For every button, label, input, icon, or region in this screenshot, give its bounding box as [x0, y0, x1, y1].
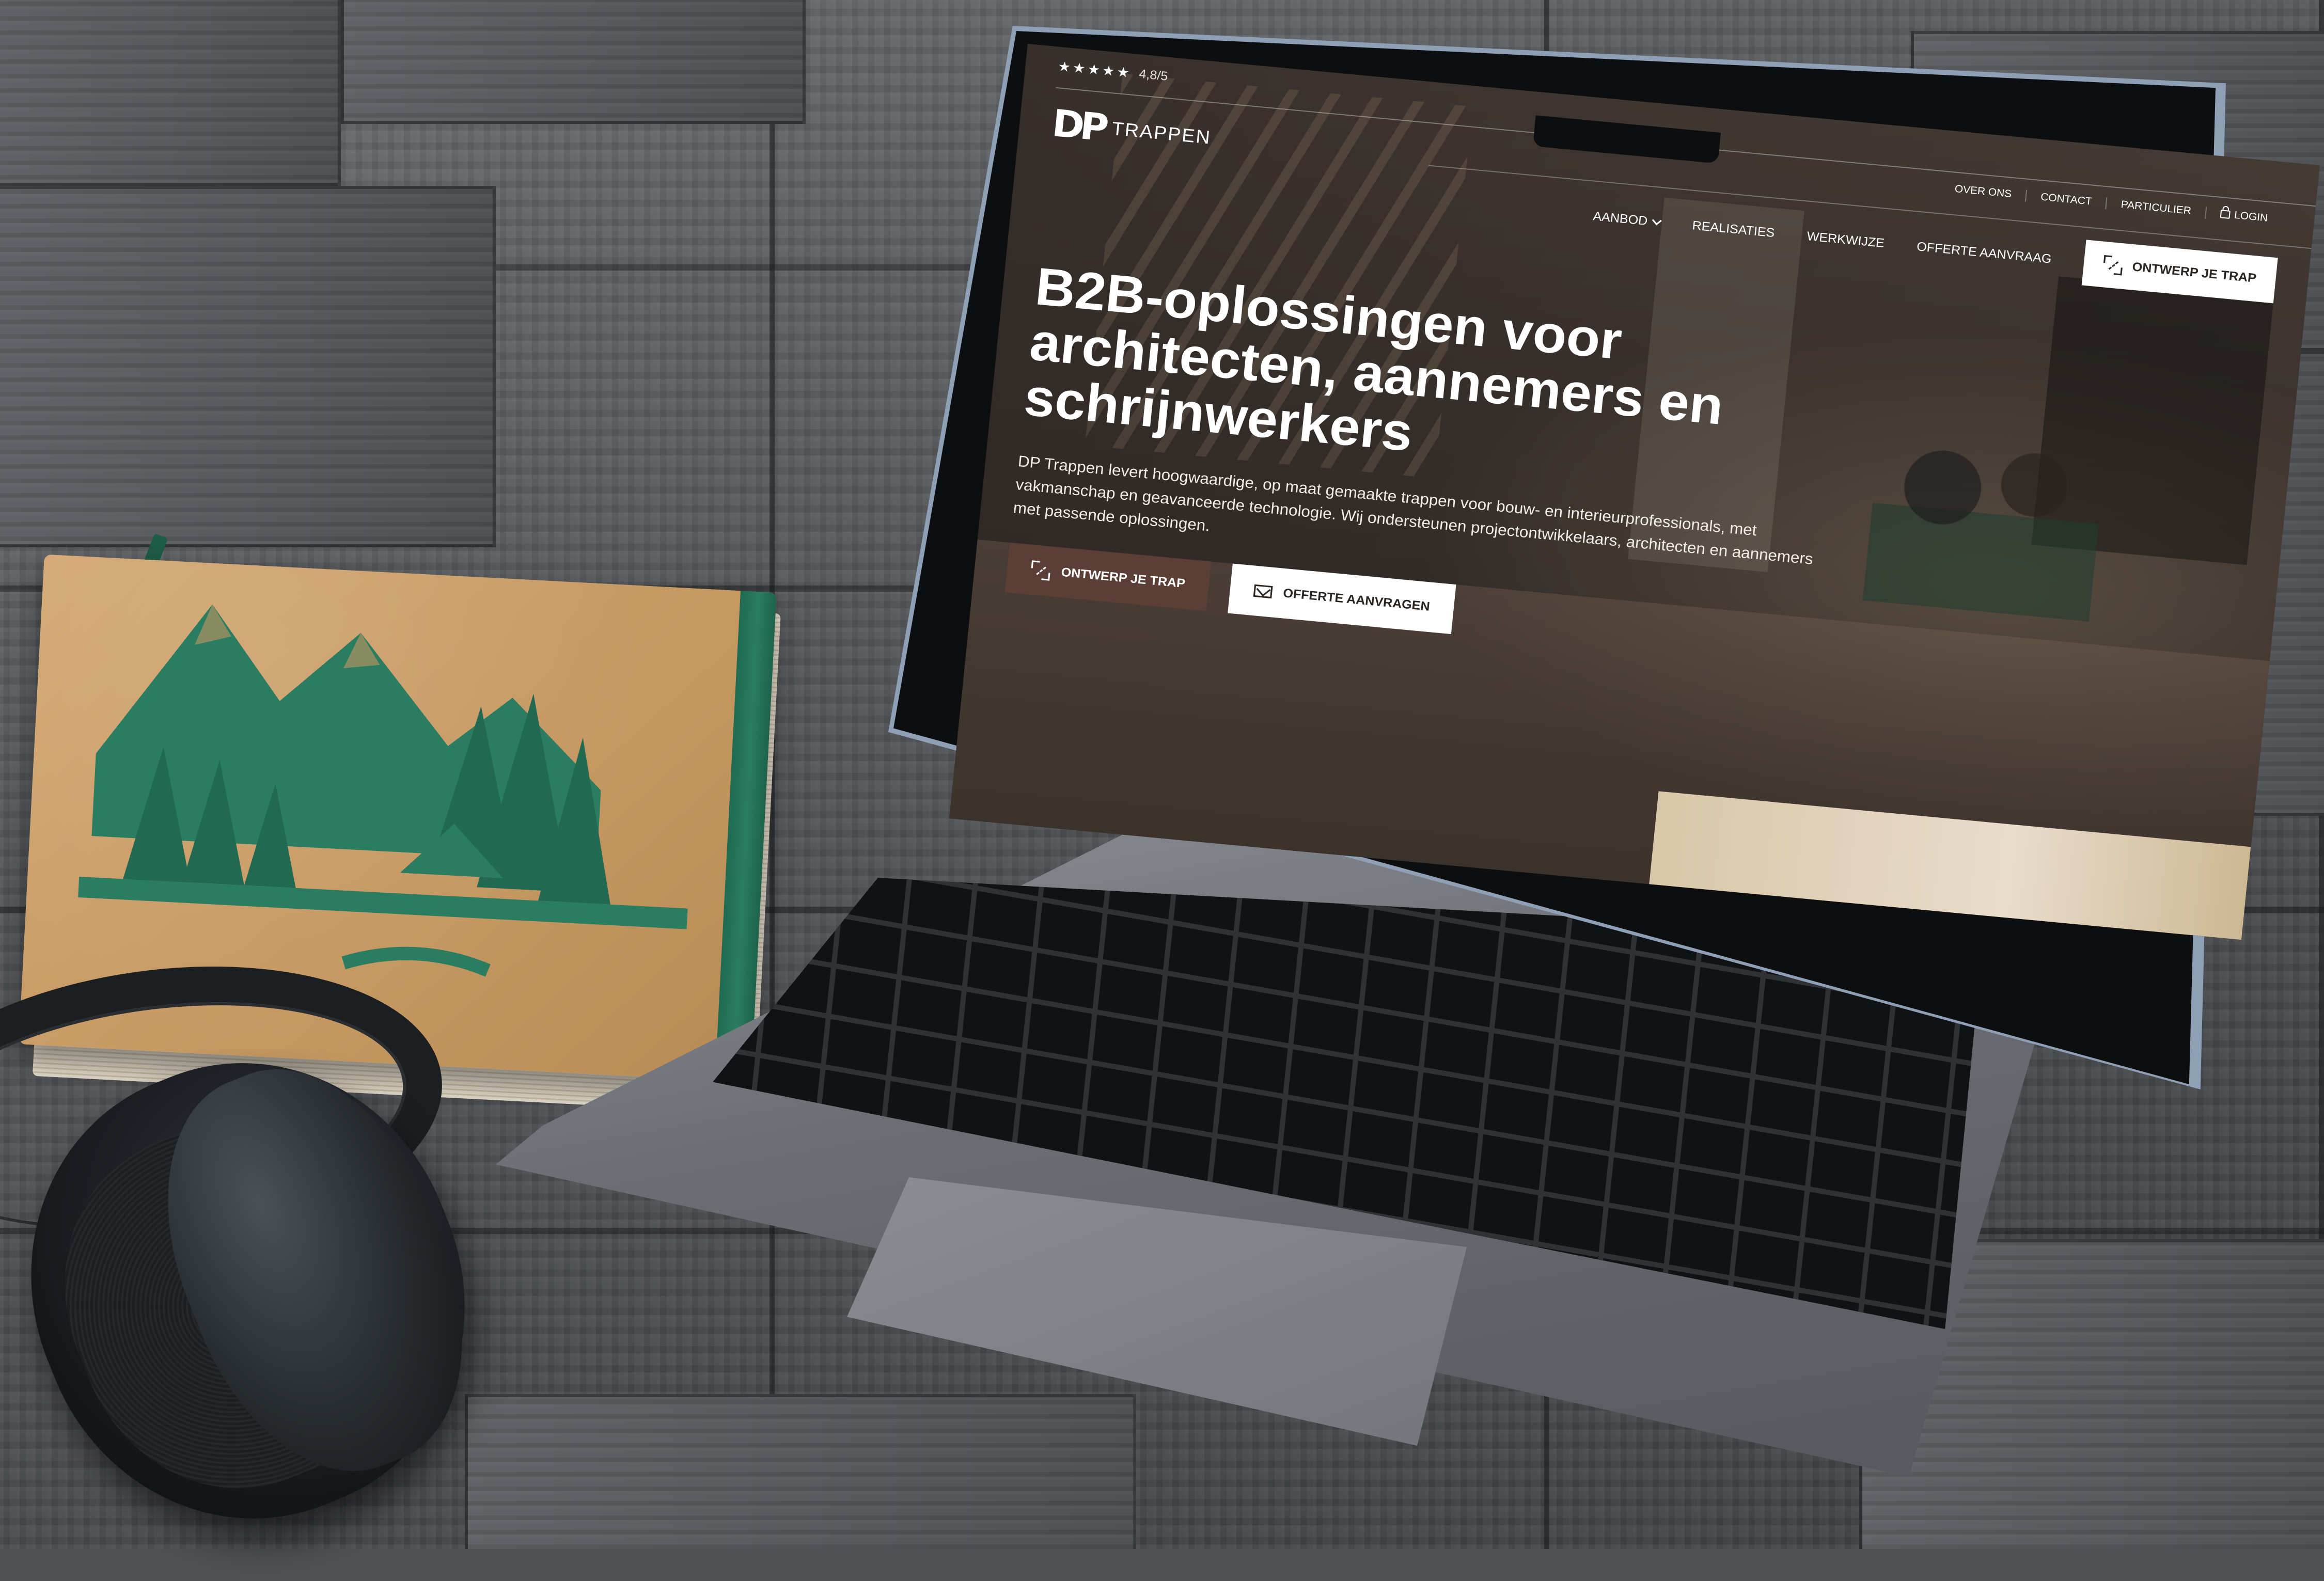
ontwerp-button-label: ONTWERP JE TRAP [2131, 260, 2257, 286]
nav-aanbod[interactable]: AANBOD [1592, 209, 1662, 230]
nav-over-ons[interactable]: OVER ONS [1940, 182, 2027, 201]
logo-mark: DP [1050, 101, 1107, 150]
chevron-down-icon [1652, 215, 1662, 226]
laptop-screen: ★★★★★ 4,8/5 DP TRAPPEN OVER ONS CONTACT … [949, 44, 2320, 940]
nav-contact[interactable]: CONTACT [2024, 189, 2107, 210]
design-icon [1030, 560, 1051, 581]
nav-werkwijze[interactable]: WERKWIJZE [1806, 229, 1885, 251]
desk-plank [0, 186, 496, 547]
star-icon: ★★★★★ [1057, 58, 1133, 81]
hero-title: B2B-oplossingen voor architecten, aannem… [1022, 256, 1726, 463]
rating-bar: ★★★★★ 4,8/5 [1057, 58, 1169, 85]
nav-particulier[interactable]: PARTICULIER [2105, 197, 2206, 219]
logo-text: TRAPPEN [1110, 117, 1212, 148]
nav-aanbod-label: AANBOD [1592, 209, 1648, 229]
login-link[interactable]: LOGIN [2204, 207, 2283, 226]
desk-plank [0, 0, 341, 186]
rating-score: 4,8/5 [1138, 67, 1169, 84]
hero-cta-row: ONTWERP JE TRAP OFFERTE AANVRAGEN [1004, 542, 1456, 635]
site-logo[interactable]: DP TRAPPEN [1050, 101, 1213, 160]
design-icon [2102, 255, 2124, 276]
nav-offerte-aanvraag[interactable]: OFFERTE AANVRAAG [1916, 240, 2052, 267]
desk-plank [341, 0, 806, 124]
offerte-aanvragen-button[interactable]: OFFERTE AANVRAGEN [1228, 563, 1456, 635]
hero-background-window [2031, 276, 2274, 565]
hero-ontwerp-label: ONTWERP JE TRAP [1060, 565, 1186, 591]
offerte-aanvragen-label: OFFERTE AANVRAGEN [1282, 586, 1431, 614]
desk-plank [465, 1394, 1136, 1549]
hero-ontwerp-button[interactable]: ONTWERP JE TRAP [1004, 542, 1212, 611]
hero-background-people [1859, 416, 2108, 654]
ontwerp-je-trap-button[interactable]: ONTWERP JE TRAP [2081, 240, 2278, 304]
envelope-icon [1253, 584, 1273, 599]
login-label: LOGIN [2234, 209, 2269, 224]
lock-icon [2220, 210, 2231, 219]
utility-nav: OVER ONS CONTACT PARTICULIER LOGIN [1940, 182, 2283, 226]
nav-realisaties[interactable]: REALISATIES [1691, 218, 1775, 241]
